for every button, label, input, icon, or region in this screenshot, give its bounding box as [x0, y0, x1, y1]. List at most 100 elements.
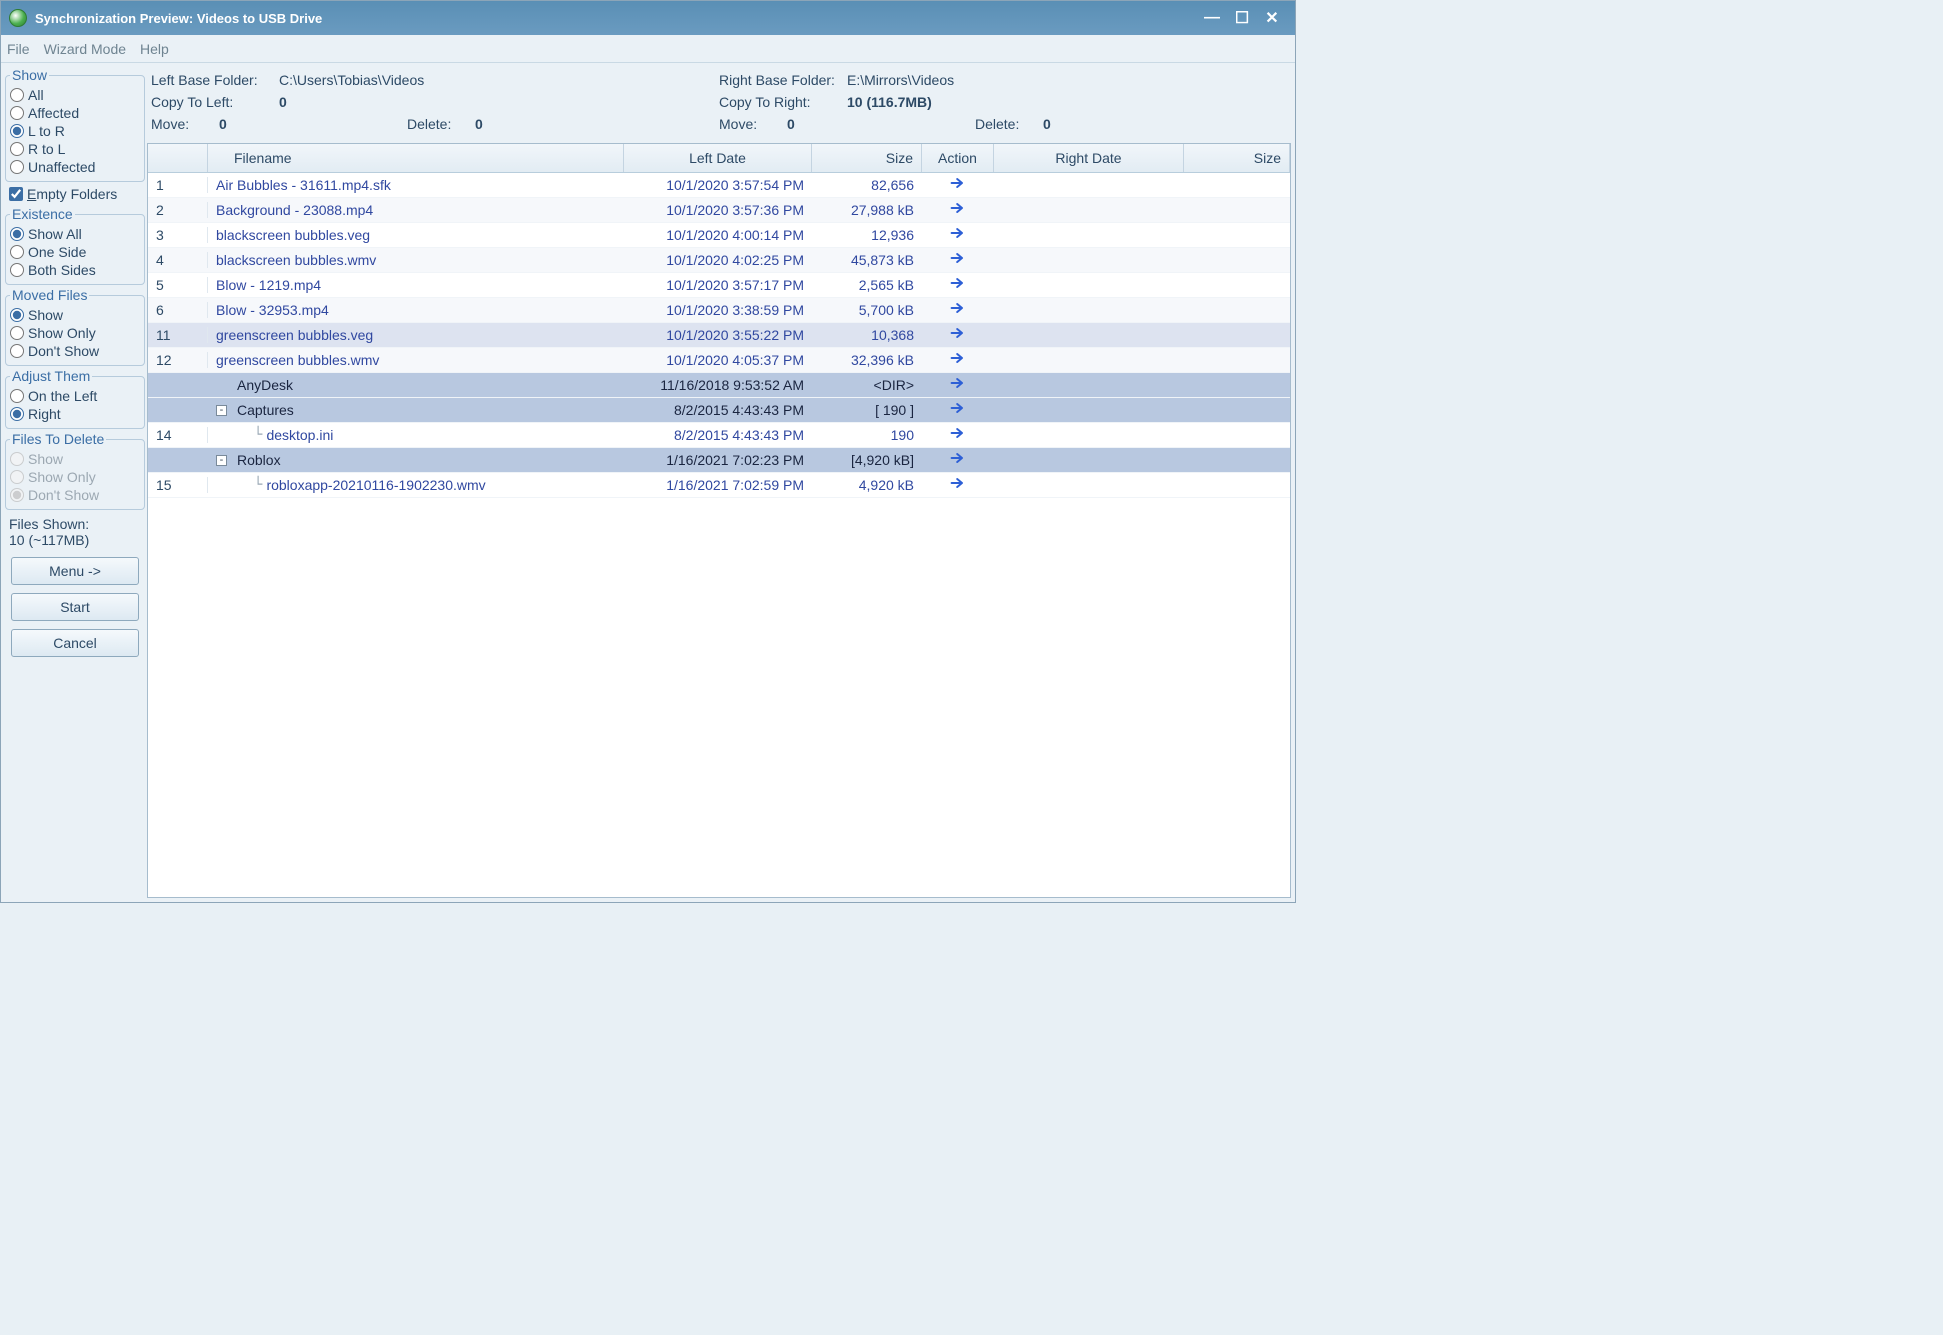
col-filename[interactable]: Filename — [208, 144, 624, 172]
arrow-right-icon[interactable] — [922, 251, 994, 270]
row-filename: Blow - 32953.mp4 — [208, 302, 624, 318]
col-right-date[interactable]: Right Date — [994, 144, 1184, 172]
radio-input[interactable] — [10, 407, 24, 421]
filename-text: Captures — [237, 402, 294, 418]
row-number: 11 — [148, 327, 208, 343]
radio-ex-0[interactable]: Show All — [10, 225, 140, 243]
radio-show-1[interactable]: Affected — [10, 104, 140, 122]
left-base-folder-value: C:\Users\Tobias\Videos — [279, 69, 424, 91]
arrow-right-icon[interactable] — [922, 301, 994, 320]
table-row-dir[interactable]: -Roblox1/16/2021 7:02:23 PM[4,920 kB] — [148, 448, 1290, 473]
arrow-right-icon[interactable] — [922, 201, 994, 220]
radio-label: Don't Show — [28, 487, 99, 503]
expander-icon[interactable]: - — [216, 455, 227, 466]
table-row[interactable]: 15└ robloxapp-20210116-1902230.wmv1/16/2… — [148, 473, 1290, 498]
close-button[interactable]: ✕ — [1257, 8, 1287, 28]
group-delete-legend: Files To Delete — [10, 431, 106, 447]
col-action[interactable]: Action — [922, 144, 994, 172]
radio-input[interactable] — [10, 88, 24, 102]
radio-input[interactable] — [10, 124, 24, 138]
radio-input[interactable] — [10, 389, 24, 403]
col-number[interactable] — [148, 144, 208, 172]
table-row[interactable]: 1Air Bubbles - 31611.mp4.sfk10/1/2020 3:… — [148, 173, 1290, 198]
radio-mv-2[interactable]: Don't Show — [10, 342, 140, 360]
table-row[interactable]: 12greenscreen bubbles.wmv10/1/2020 4:05:… — [148, 348, 1290, 373]
radio-input[interactable] — [10, 344, 24, 358]
table-row[interactable]: 5Blow - 1219.mp410/1/2020 3:57:17 PM2,56… — [148, 273, 1290, 298]
table-body[interactable]: 1Air Bubbles - 31611.mp4.sfk10/1/2020 3:… — [148, 173, 1290, 897]
table-row[interactable]: 11greenscreen bubbles.veg10/1/2020 3:55:… — [148, 323, 1290, 348]
radio-label: Show Only — [28, 325, 96, 341]
col-left-date[interactable]: Left Date — [624, 144, 812, 172]
radio-mv-0[interactable]: Show — [10, 306, 140, 324]
arrow-right-icon[interactable] — [922, 376, 994, 395]
row-left-date: 11/16/2018 9:53:52 AM — [624, 377, 812, 393]
menu-wizard-mode[interactable]: Wizard Mode — [44, 41, 126, 57]
group-existence: Existence Show AllOne SideBoth Sides — [5, 206, 145, 285]
radio-input[interactable] — [10, 160, 24, 174]
arrow-right-icon[interactable] — [922, 351, 994, 370]
arrow-right-icon[interactable] — [922, 226, 994, 245]
radio-input[interactable] — [10, 263, 24, 277]
table-row[interactable]: 2Background - 23088.mp410/1/2020 3:57:36… — [148, 198, 1290, 223]
arrow-right-icon[interactable] — [922, 426, 994, 445]
table-row-dir[interactable]: AnyDesk11/16/2018 9:53:52 AM<DIR> — [148, 373, 1290, 398]
table-row-dir[interactable]: -Captures8/2/2015 4:43:43 PM[ 190 ] — [148, 398, 1290, 423]
radio-input[interactable] — [10, 245, 24, 259]
filename-text: Roblox — [237, 452, 281, 468]
radio-input[interactable] — [10, 142, 24, 156]
expander-icon[interactable]: - — [216, 405, 227, 416]
row-filename: blackscreen bubbles.veg — [208, 227, 624, 243]
maximize-button[interactable]: ☐ — [1227, 8, 1257, 28]
radio-show-2[interactable]: L to R — [10, 122, 140, 140]
radio-input[interactable] — [10, 326, 24, 340]
radio-ex-2[interactable]: Both Sides — [10, 261, 140, 279]
row-number: 12 — [148, 352, 208, 368]
cancel-button[interactable]: Cancel — [11, 629, 139, 657]
row-size: 32,396 kB — [812, 352, 922, 368]
menu-button[interactable]: Menu -> — [11, 557, 139, 585]
radio-show-3[interactable]: R to L — [10, 140, 140, 158]
radio-label: L to R — [28, 123, 65, 139]
arrow-right-icon[interactable] — [922, 451, 994, 470]
arrow-right-icon[interactable] — [922, 401, 994, 420]
empty-folders-checkbox[interactable]: Empty Folders — [5, 184, 145, 204]
empty-folders-input[interactable] — [9, 187, 23, 201]
radio-label: Affected — [28, 105, 79, 121]
arrow-right-icon[interactable] — [922, 176, 994, 195]
menu-help[interactable]: Help — [140, 41, 169, 57]
row-left-date: 10/1/2020 3:57:54 PM — [624, 177, 812, 193]
copy-to-left-label: Copy To Left: — [151, 91, 271, 113]
radio-input[interactable] — [10, 308, 24, 322]
radio-ad-0[interactable]: On the Left — [10, 387, 140, 405]
row-filename: └ robloxapp-20210116-1902230.wmv — [208, 477, 624, 493]
arrow-right-icon[interactable] — [922, 326, 994, 345]
table-row[interactable]: 6Blow - 32953.mp410/1/2020 3:38:59 PM5,7… — [148, 298, 1290, 323]
radio-input[interactable] — [10, 227, 24, 241]
row-filename: Blow - 1219.mp4 — [208, 277, 624, 293]
row-size: [4,920 kB] — [812, 452, 922, 468]
table-row[interactable]: 4blackscreen bubbles.wmv10/1/2020 4:02:2… — [148, 248, 1290, 273]
sidebar: Show AllAffectedL to RR to LUnaffected E… — [5, 67, 145, 898]
col-size-right[interactable]: Size — [1184, 144, 1290, 172]
radio-show-0[interactable]: All — [10, 86, 140, 104]
right-base-folder-label: Right Base Folder: — [719, 69, 839, 91]
radio-label: Right — [28, 406, 61, 422]
right-delete-value: 0 — [1043, 113, 1051, 135]
arrow-right-icon[interactable] — [922, 476, 994, 495]
menu-file[interactable]: File — [7, 41, 30, 57]
minimize-button[interactable]: — — [1197, 8, 1227, 28]
titlebar[interactable]: Synchronization Preview: Videos to USB D… — [1, 1, 1295, 35]
radio-mv-1[interactable]: Show Only — [10, 324, 140, 342]
radio-ad-1[interactable]: Right — [10, 405, 140, 423]
arrow-right-icon[interactable] — [922, 276, 994, 295]
col-size-left[interactable]: Size — [812, 144, 922, 172]
left-delete-value: 0 — [475, 113, 483, 135]
radio-ex-1[interactable]: One Side — [10, 243, 140, 261]
table-row[interactable]: 3blackscreen bubbles.veg10/1/2020 4:00:1… — [148, 223, 1290, 248]
radio-show-4[interactable]: Unaffected — [10, 158, 140, 176]
start-button[interactable]: Start — [11, 593, 139, 621]
radio-input[interactable] — [10, 106, 24, 120]
table-row[interactable]: 14└ desktop.ini8/2/2015 4:43:43 PM190 — [148, 423, 1290, 448]
radio-label: Show All — [28, 226, 82, 242]
